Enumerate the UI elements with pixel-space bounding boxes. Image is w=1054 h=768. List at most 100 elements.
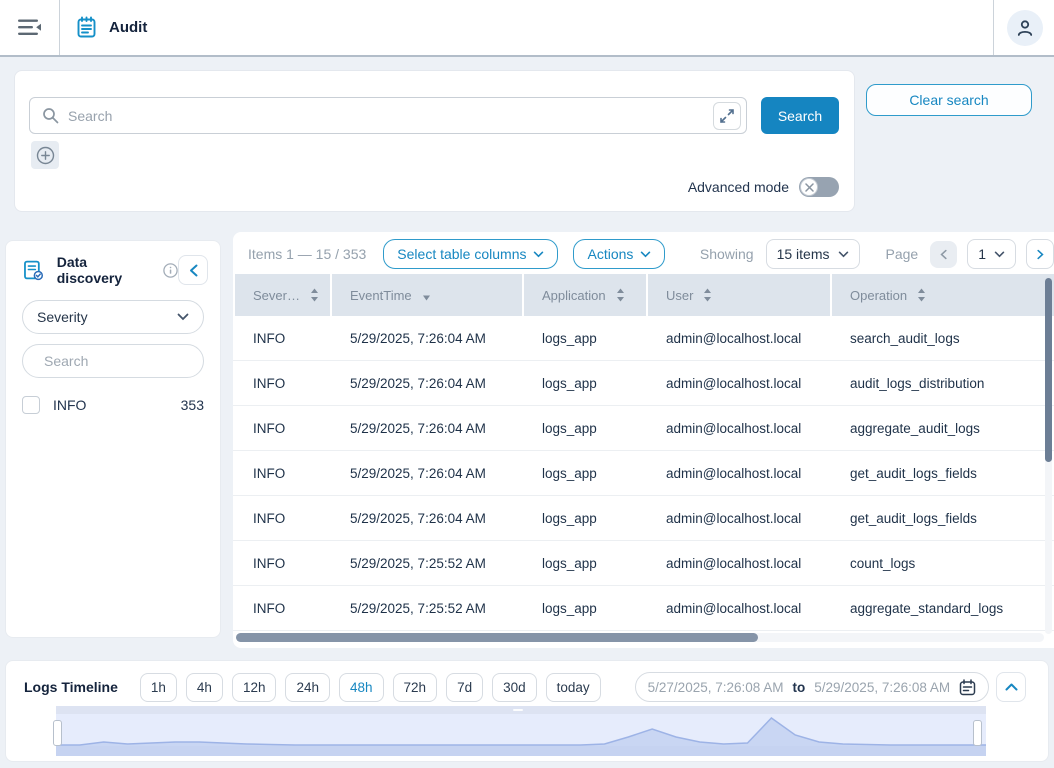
facet-checkbox[interactable] xyxy=(22,396,40,414)
baseline-band xyxy=(56,746,986,756)
chevron-down-icon xyxy=(177,313,189,321)
sort-icon xyxy=(703,288,712,302)
expand-icon xyxy=(720,109,734,123)
field-select[interactable]: Severity xyxy=(22,300,204,334)
user-menu-button[interactable] xyxy=(1007,10,1043,46)
timeline-chart[interactable] xyxy=(56,706,986,756)
expand-search-button[interactable] xyxy=(713,102,741,130)
search-button[interactable]: Search xyxy=(761,97,839,134)
facet-search-input[interactable] xyxy=(44,353,225,369)
table-row[interactable]: INFO 5/29/2025, 7:26:04 AM logs_app admi… xyxy=(233,316,1054,361)
data-discovery-panel: Data discovery Severity INFO 353 xyxy=(5,240,221,638)
top-bar: Audit xyxy=(0,0,1054,57)
cell-user: admin@localhost.local xyxy=(648,316,830,360)
cell-severity: INFO xyxy=(235,361,330,405)
table-row[interactable]: INFO 5/29/2025, 7:25:52 AM logs_app admi… xyxy=(233,541,1054,586)
page-size-select[interactable]: 15 items xyxy=(766,239,860,269)
chevron-down-icon xyxy=(994,251,1005,258)
time-range-buttons: 1h 4h 12h 24h 48h 72h 7d 30d today xyxy=(140,673,601,702)
column-header-application[interactable]: Application xyxy=(524,274,646,316)
column-header-user[interactable]: User xyxy=(648,274,830,316)
cell-severity: INFO xyxy=(235,541,330,585)
vertical-scrollbar-thumb[interactable] xyxy=(1045,278,1052,462)
cell-eventtime: 5/29/2025, 7:25:52 AM xyxy=(332,541,522,585)
sort-desc-icon xyxy=(422,295,431,301)
range-button-30d[interactable]: 30d xyxy=(492,673,537,702)
next-page-button[interactable] xyxy=(1026,239,1054,269)
range-button-24h[interactable]: 24h xyxy=(285,673,330,702)
vertical-scrollbar[interactable] xyxy=(1045,278,1052,634)
chevron-left-icon xyxy=(189,264,198,277)
cell-severity: INFO xyxy=(235,586,330,630)
chevron-down-icon xyxy=(533,251,544,258)
range-button-today[interactable]: today xyxy=(546,673,601,702)
table-row[interactable]: INFO 5/29/2025, 7:26:04 AM logs_app admi… xyxy=(233,496,1054,541)
collapse-timeline-button[interactable] xyxy=(996,672,1026,702)
chevron-right-icon xyxy=(1037,249,1044,260)
topbar-right-divider xyxy=(993,0,994,55)
page-title: Audit xyxy=(109,19,147,36)
advanced-mode-toggle[interactable] xyxy=(799,177,839,197)
cell-operation: aggregate_standard_logs xyxy=(832,586,1054,630)
table-row[interactable]: INFO 5/29/2025, 7:26:04 AM logs_app admi… xyxy=(233,451,1054,496)
column-header-eventtime[interactable]: EventTime xyxy=(332,274,522,316)
cell-application: logs_app xyxy=(524,451,646,495)
collapse-panel-button[interactable] xyxy=(178,255,208,285)
column-header-operation[interactable]: Operation xyxy=(832,274,1054,316)
cell-eventtime: 5/29/2025, 7:26:04 AM xyxy=(332,496,522,540)
range-button-4h[interactable]: 4h xyxy=(186,673,223,702)
facet-count: 353 xyxy=(181,397,204,413)
horizontal-scrollbar[interactable] xyxy=(236,633,1044,642)
cell-user: admin@localhost.local xyxy=(648,361,830,405)
cell-operation: get_audit_logs_fields xyxy=(832,496,1054,540)
cell-severity: INFO xyxy=(235,496,330,540)
table-row[interactable]: INFO 5/29/2025, 7:26:04 AM logs_app admi… xyxy=(233,406,1054,451)
cell-eventtime: 5/29/2025, 7:26:04 AM xyxy=(332,361,522,405)
cell-application: logs_app xyxy=(524,316,646,360)
search-input[interactable] xyxy=(68,108,713,124)
logs-timeline-panel: Logs Timeline 1h 4h 12h 24h 48h 72h 7d 3… xyxy=(5,660,1049,762)
table-row[interactable]: INFO 5/29/2025, 7:25:52 AM logs_app admi… xyxy=(233,586,1054,631)
cell-operation: count_logs xyxy=(832,541,1054,585)
brush-handle-left[interactable] xyxy=(53,720,62,746)
data-discovery-icon xyxy=(22,259,45,282)
showing-label: Showing xyxy=(700,246,754,262)
cell-application: logs_app xyxy=(524,406,646,450)
select-table-columns-button[interactable]: Select table columns xyxy=(383,239,558,269)
cell-severity: INFO xyxy=(235,406,330,450)
cell-eventtime: 5/29/2025, 7:26:04 AM xyxy=(332,316,522,360)
page-label: Page xyxy=(886,246,919,262)
cell-user: admin@localhost.local xyxy=(648,496,830,540)
sort-icon xyxy=(917,288,926,302)
date-to-label: to xyxy=(793,680,806,695)
range-button-48h[interactable]: 48h xyxy=(339,673,384,702)
date-to-value: 5/29/2025, 7:26:08 AM xyxy=(814,680,950,695)
brush-handle-right[interactable] xyxy=(973,720,982,746)
add-filter-button[interactable] xyxy=(31,141,59,169)
range-button-72h[interactable]: 72h xyxy=(393,673,438,702)
toggle-x-icon xyxy=(805,183,814,192)
cell-application: logs_app xyxy=(524,361,646,405)
range-button-7d[interactable]: 7d xyxy=(446,673,483,702)
sidebar-toggle-button[interactable] xyxy=(15,13,45,43)
chevron-down-icon xyxy=(640,251,651,258)
table-row[interactable]: INFO 5/29/2025, 7:26:04 AM logs_app admi… xyxy=(233,361,1054,406)
date-from-value: 5/27/2025, 7:26:08 AM xyxy=(648,680,784,695)
sort-icon xyxy=(616,288,625,302)
actions-button[interactable]: Actions xyxy=(573,239,665,269)
cell-application: logs_app xyxy=(524,496,646,540)
date-range-picker[interactable]: 5/27/2025, 7:26:08 AM to 5/29/2025, 7:26… xyxy=(635,672,989,702)
clear-search-button[interactable]: Clear search xyxy=(866,84,1032,116)
column-header-severity[interactable]: Sever… xyxy=(235,274,330,316)
cell-operation: aggregate_audit_logs xyxy=(832,406,1054,450)
range-button-12h[interactable]: 12h xyxy=(232,673,277,702)
range-button-1h[interactable]: 1h xyxy=(140,673,177,702)
cell-application: logs_app xyxy=(524,586,646,630)
cell-user: admin@localhost.local xyxy=(648,541,830,585)
previous-page-button[interactable] xyxy=(930,241,957,268)
toggle-off-knob xyxy=(800,178,818,196)
logs-timeline-title: Logs Timeline xyxy=(24,679,118,695)
horizontal-scrollbar-thumb[interactable] xyxy=(236,633,758,642)
info-icon[interactable] xyxy=(163,263,178,278)
page-number-select[interactable]: 1 xyxy=(967,239,1016,269)
